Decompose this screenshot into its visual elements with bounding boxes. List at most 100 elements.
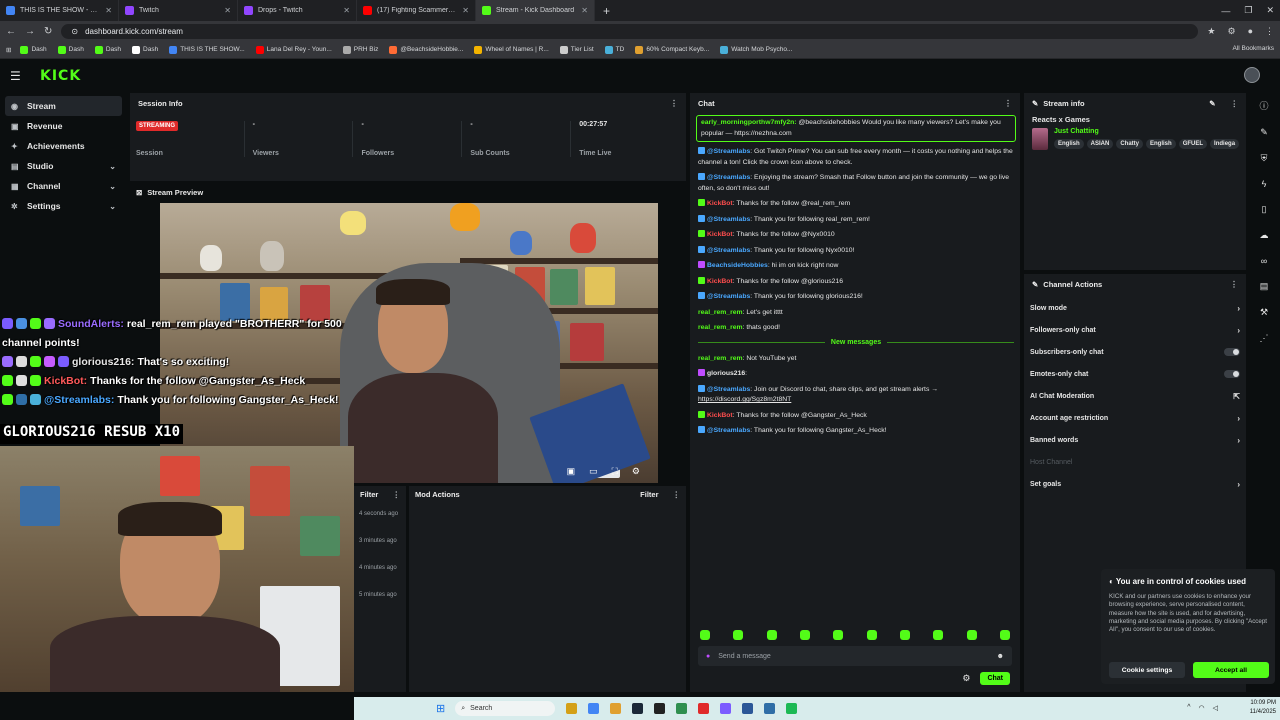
emoji-icon[interactable]: ☻ bbox=[997, 653, 1004, 660]
lightning-icon[interactable]: ϟ bbox=[1257, 179, 1271, 189]
bookmark-item[interactable]: Dash bbox=[20, 45, 47, 54]
close-tab-icon[interactable]: ✕ bbox=[462, 6, 469, 15]
extensions-icon[interactable]: ⚙ bbox=[1227, 26, 1235, 37]
bookmark-item[interactable]: 60% Compact Keyb... bbox=[635, 45, 709, 54]
new-tab-button[interactable]: + bbox=[595, 4, 610, 18]
chat-message[interactable]: @Streamlabs: Thank you for following Gan… bbox=[698, 426, 1014, 437]
reload-icon[interactable]: ↻ bbox=[44, 26, 52, 37]
taskbar-app-icon[interactable] bbox=[764, 703, 776, 714]
close-tab-icon[interactable]: ✕ bbox=[224, 6, 231, 15]
user-avatar[interactable] bbox=[1244, 67, 1260, 83]
sidebar-item-achievements[interactable]: ✦ Achievements bbox=[5, 136, 122, 156]
emote-icon[interactable] bbox=[933, 630, 944, 640]
chat-username[interactable]: KickBot bbox=[707, 412, 733, 419]
volume-icon[interactable]: ◁ bbox=[1213, 704, 1218, 712]
shield-icon[interactable]: ⛨ bbox=[1257, 153, 1271, 164]
emote-icon[interactable] bbox=[766, 630, 777, 640]
more-options-icon[interactable]: ⋮ bbox=[1231, 99, 1239, 108]
channel-action-banned-words[interactable]: Banned words › bbox=[1024, 429, 1246, 451]
emote-icon[interactable] bbox=[833, 630, 844, 640]
chat-username[interactable]: real_rem_rem bbox=[698, 309, 743, 316]
bookmark-item[interactable]: Wheel of Names | R... bbox=[474, 45, 549, 54]
sidebar-item-studio[interactable]: ▤ Studio ⌄ bbox=[5, 156, 122, 176]
bookmark-item[interactable]: Watch Mob Psycho... bbox=[720, 45, 792, 54]
maximize-icon[interactable]: ❐ bbox=[1244, 5, 1252, 16]
chevron-down-icon[interactable]: ⌄ bbox=[109, 182, 116, 191]
video-settings-icon[interactable]: ⚙ bbox=[632, 466, 640, 477]
bookmark-star-icon[interactable]: ★ bbox=[1207, 26, 1215, 37]
chat-username[interactable]: @Streamlabs bbox=[707, 174, 750, 181]
more-options-icon[interactable]: ⋮ bbox=[1230, 280, 1238, 289]
sidebar-item-stream[interactable]: ◉ Stream bbox=[5, 96, 122, 116]
theatre-icon[interactable]: ▣ bbox=[567, 466, 576, 477]
mic-icon[interactable]: ● bbox=[706, 653, 710, 660]
channel-action-set-goals[interactable]: Set goals › bbox=[1024, 473, 1246, 495]
wrench-icon[interactable]: ⚒ bbox=[1257, 307, 1271, 318]
send-chat-button[interactable]: Chat bbox=[980, 672, 1010, 685]
stream-tag[interactable]: GFUEL bbox=[1178, 139, 1208, 149]
close-tab-icon[interactable]: ✕ bbox=[343, 6, 350, 15]
chevron-right-icon[interactable]: › bbox=[1237, 480, 1240, 489]
edit-stream-icon[interactable]: ✎ bbox=[1257, 127, 1271, 138]
chat-username[interactable]: real_rem_rem bbox=[698, 324, 743, 331]
chat-message[interactable]: @Streamlabs: Thank you for following Nyx… bbox=[698, 245, 1014, 257]
chat-username[interactable]: @Streamlabs bbox=[707, 427, 750, 434]
chat-message[interactable]: real_rem_rem: thats good! bbox=[698, 323, 1014, 334]
emote-icon[interactable] bbox=[999, 630, 1010, 640]
minimize-icon[interactable]: — bbox=[1221, 6, 1230, 16]
browser-tab[interactable]: (17) Fighting Scammers in Paris ✕ bbox=[357, 0, 476, 21]
taskbar-app-icon[interactable] bbox=[720, 703, 732, 714]
apps-icon[interactable]: ⊞ bbox=[6, 46, 11, 54]
chevron-down-icon[interactable]: ⌄ bbox=[109, 202, 116, 211]
chat-more-icon[interactable]: ⋮ bbox=[1004, 99, 1012, 108]
taskbar-clock[interactable]: 10:09 PM 11/4/2025 bbox=[1250, 699, 1276, 717]
bookmark-item[interactable]: Dash bbox=[57, 45, 84, 54]
chat-username[interactable]: BeachsideHobbies bbox=[707, 262, 768, 269]
bookmark-item[interactable]: Dash bbox=[132, 45, 158, 54]
chat-bubble-icon[interactable]: ☁ bbox=[1257, 230, 1271, 241]
chat-username[interactable]: glorious216 bbox=[707, 370, 745, 377]
address-bar[interactable]: ⊙ dashboard.kick.com/stream bbox=[61, 23, 1199, 39]
toggle-switch[interactable] bbox=[1224, 348, 1240, 356]
stream-tag[interactable]: Chatty bbox=[1116, 139, 1144, 149]
bookmark-item[interactable]: PRH Biz bbox=[342, 45, 378, 54]
chat-username[interactable]: @Streamlabs bbox=[707, 293, 750, 300]
chevron-right-icon[interactable]: › bbox=[1237, 414, 1240, 423]
channel-action-account-age-restriction[interactable]: Account age restriction › bbox=[1024, 407, 1246, 429]
chat-message[interactable]: BeachsideHobbies: hi im on kick right no… bbox=[698, 261, 1014, 272]
chat-input[interactable]: ● Send a message ☻ bbox=[698, 646, 1012, 666]
profile-icon[interactable]: ● bbox=[1248, 26, 1253, 37]
chevron-right-icon[interactable]: › bbox=[1237, 436, 1240, 445]
sidebar-item-settings[interactable]: ✲ Settings ⌄ bbox=[5, 196, 122, 216]
stream-tag[interactable]: ASIAN bbox=[1086, 139, 1114, 149]
all-bookmarks[interactable]: All Bookmarks bbox=[1232, 45, 1274, 52]
back-icon[interactable]: ← bbox=[6, 26, 16, 37]
link-icon[interactable]: ∞ bbox=[1257, 256, 1271, 266]
chat-username[interactable]: KickBot bbox=[707, 200, 733, 207]
chat-message[interactable]: @Streamlabs: Enjoying the stream? Smash … bbox=[698, 173, 1014, 194]
browser-tab[interactable]: Drops - Twitch ✕ bbox=[238, 0, 357, 21]
stream-tag[interactable]: Indiega bbox=[1210, 139, 1240, 149]
taskbar-app-icon[interactable] bbox=[654, 703, 666, 714]
chat-message[interactable]: real_rem_rem: Not YouTube yet bbox=[698, 354, 1014, 365]
fullscreen-icon[interactable]: ⛶ bbox=[612, 466, 618, 477]
chevron-right-icon[interactable]: › bbox=[1237, 304, 1240, 313]
category-name[interactable]: Just Chatting bbox=[1054, 128, 1244, 135]
highlighted-chat-message[interactable]: early_morningporthw7mfy2n: @beachsidehob… bbox=[696, 115, 1016, 142]
browser-tab[interactable]: Stream - Kick Dashboard ✕ bbox=[476, 0, 595, 21]
taskbar-app-icon[interactable] bbox=[566, 703, 578, 714]
taskbar-app-icon[interactable] bbox=[742, 703, 754, 714]
channel-action-ai-chat-moderation[interactable]: AI Chat Moderation ⇱ bbox=[1024, 385, 1246, 407]
taskbar-app-icon[interactable] bbox=[698, 703, 710, 714]
wifi-icon[interactable]: ◠ bbox=[1199, 704, 1205, 712]
emote-icon[interactable] bbox=[733, 630, 744, 640]
chevron-right-icon[interactable]: › bbox=[1237, 326, 1240, 335]
chat-message[interactable]: @Streamlabs: Got Twitch Prime? You can s… bbox=[698, 147, 1014, 168]
share-icon[interactable]: ⋰ bbox=[1257, 333, 1271, 344]
chat-username[interactable]: @Streamlabs bbox=[707, 247, 750, 254]
windows-start-icon[interactable]: ⊞ bbox=[436, 702, 445, 715]
cookie-settings-button[interactable]: Cookie settings bbox=[1109, 662, 1185, 678]
accept-all-button[interactable]: Accept all bbox=[1193, 662, 1269, 678]
hamburger-menu-icon[interactable]: ☰ bbox=[10, 69, 30, 83]
collapse-icon[interactable]: ⊠ bbox=[136, 188, 142, 197]
